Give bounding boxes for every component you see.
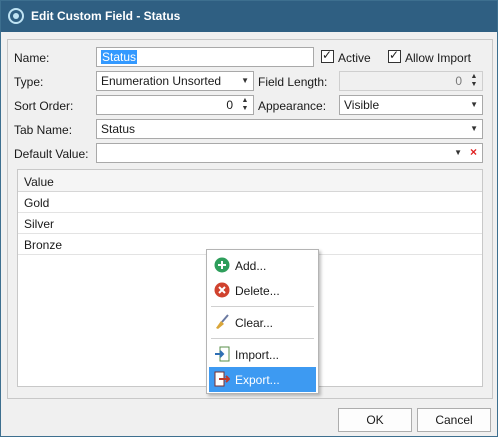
grid-header-value[interactable]: Value	[18, 170, 482, 192]
field-length-input: 0 ▲ ▼	[339, 71, 483, 91]
menu-item-export[interactable]: Export...	[209, 367, 316, 392]
menu-item-label: Delete...	[235, 284, 280, 298]
default-value-dropdown[interactable]: ▼ ×	[96, 143, 483, 163]
grid-row[interactable]: Silver	[18, 213, 482, 234]
tab-name-dropdown-value: Status	[101, 122, 136, 136]
edit-custom-field-dialog: Edit Custom Field - Status Name: Status …	[0, 0, 498, 437]
allow-import-label: Allow Import	[405, 51, 472, 65]
cancel-button[interactable]: Cancel	[417, 408, 491, 432]
allow-import-checkbox[interactable]	[388, 48, 401, 63]
menu-item-label: Add...	[235, 259, 267, 273]
spinner-icon[interactable]: ▲ ▼	[240, 97, 250, 113]
type-label: Type:	[14, 75, 44, 89]
dialog-title: Edit Custom Field - Status	[31, 9, 181, 23]
name-input[interactable]: Status	[96, 47, 314, 67]
app-logo-icon	[8, 8, 24, 24]
type-dropdown[interactable]: Enumeration Unsorted ▼	[96, 71, 254, 91]
tab-name-label: Tab Name:	[14, 123, 73, 137]
field-length-value: 0	[455, 74, 462, 88]
menu-item-import[interactable]: Import...	[209, 342, 316, 367]
menu-item-delete[interactable]: Delete...	[209, 278, 316, 303]
name-label: Name:	[14, 51, 50, 65]
menu-separator	[211, 338, 314, 339]
broom-icon	[216, 314, 229, 329]
active-label: Active	[338, 51, 371, 65]
export-icon	[214, 371, 230, 387]
title-bar[interactable]: Edit Custom Field - Status	[1, 1, 497, 32]
spinner-icon: ▲ ▼	[470, 73, 478, 88]
menu-item-clear[interactable]: Clear...	[209, 310, 316, 335]
menu-item-label: Import...	[235, 348, 280, 362]
menu-item-label: Clear...	[235, 316, 274, 330]
chevron-down-icon: ▼	[470, 100, 478, 109]
name-input-value: Status	[101, 50, 138, 64]
import-icon	[215, 346, 230, 362]
clear-value-icon[interactable]: ×	[470, 145, 477, 159]
appearance-dropdown[interactable]: Visible ▼	[339, 95, 483, 115]
ok-button[interactable]: OK	[338, 408, 412, 432]
menu-separator	[211, 306, 314, 307]
menu-item-add[interactable]: Add...	[209, 253, 316, 278]
default-value-label: Default Value:	[14, 147, 89, 161]
chevron-down-icon[interactable]: ▼	[454, 146, 462, 160]
sort-order-input[interactable]: 0 ▲ ▼	[96, 95, 254, 115]
tab-name-dropdown[interactable]: Status ▼	[96, 119, 483, 139]
appearance-dropdown-value: Visible	[344, 98, 380, 112]
sort-order-label: Sort Order:	[14, 99, 74, 113]
add-icon	[214, 257, 230, 273]
grid-row[interactable]: Gold	[18, 192, 482, 213]
sort-order-value: 0	[226, 98, 233, 112]
chevron-down-icon: ▼	[470, 124, 478, 133]
type-dropdown-value: Enumeration Unsorted	[101, 74, 222, 88]
menu-item-label: Export...	[235, 373, 280, 387]
field-length-label: Field Length:	[258, 75, 328, 89]
context-menu: Add... Delete... Clear... Import... Expo…	[206, 249, 319, 394]
delete-icon	[214, 282, 230, 298]
appearance-label: Appearance:	[258, 99, 327, 113]
chevron-down-icon: ▼	[241, 76, 249, 85]
active-checkbox[interactable]	[321, 48, 334, 63]
